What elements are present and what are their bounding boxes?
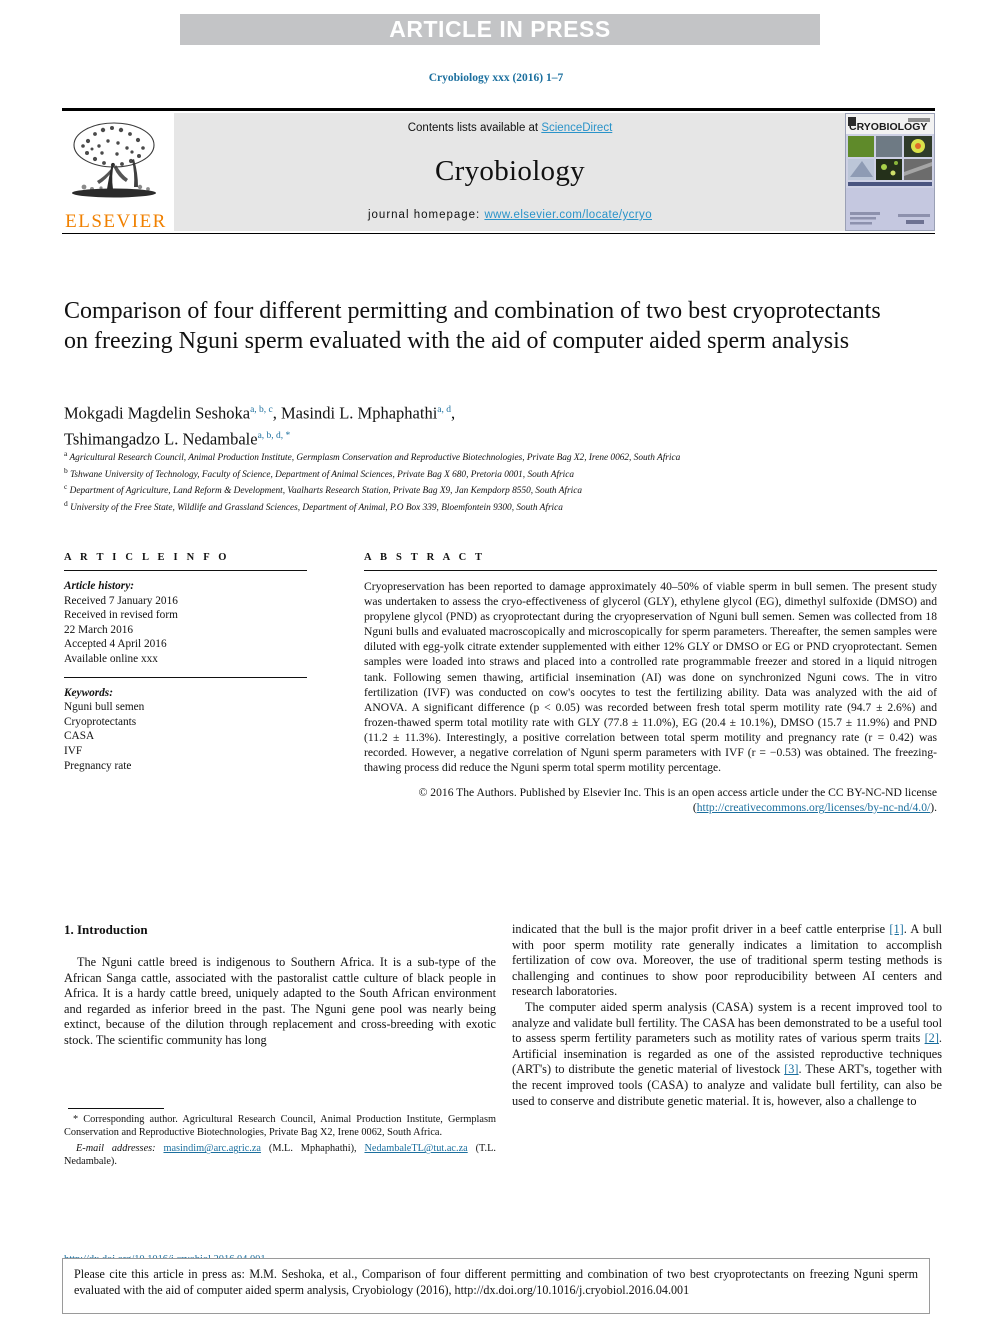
article-history-line: 22 March 2016 (64, 623, 134, 636)
affiliation-item: a Agricultural Research Council, Animal … (64, 448, 894, 465)
paragraph: The Nguni cattle breed is indigenous to … (64, 955, 496, 1047)
elsevier-wordmark: ELSEVIER (65, 211, 167, 232)
affiliation-mark: d (64, 499, 68, 509)
article-info-heading: A R T I C L E I N F O (64, 552, 230, 563)
affiliation-mark: c (64, 482, 68, 492)
contents-panel: Contents lists available at ScienceDirec… (174, 113, 846, 231)
masthead-top-rule (62, 108, 935, 111)
article-history-line: Accepted 4 April 2016 (64, 638, 167, 651)
email-link-2[interactable]: NedambaleTL@tut.ac.za (364, 1143, 467, 1154)
elsevier-tree-icon (68, 119, 164, 211)
elsevier-logo: ELSEVIER (62, 113, 170, 231)
abstract-panel: A B S T R A C T Cryopreservation has bee… (364, 552, 937, 815)
keywords-block: Keywords: Nguni bull semen Cryoprotectan… (64, 686, 307, 774)
article-in-press-label: ARTICLE IN PRESS (389, 16, 611, 42)
journal-title: Cryobiology (435, 155, 585, 187)
footnote-rule (68, 1108, 164, 1109)
email-owner-1: (M.L. Mphaphathi), (261, 1143, 365, 1155)
cite-text: Please cite this article in press as: M.… (74, 1267, 918, 1297)
page-title: Comparison of four different permitting … (64, 298, 881, 354)
paragraph: * Corresponding author. Agricultural Res… (64, 1113, 496, 1139)
author-affil-marks-3: a, b, d, * (257, 430, 291, 441)
corresponding-author-footnote: * Corresponding author. Agricultural Res… (64, 1113, 496, 1168)
journal-cover-thumbnail: CRYOBIOLOGY (845, 113, 935, 231)
paragraph: E-mail addresses: masindim@arc.agric.za … (64, 1142, 496, 1168)
cc-license-link[interactable]: http://creativecommons.org/licenses/by-n… (697, 801, 931, 814)
intro-paragraphs-right: indicated that the bull is the major pro… (512, 922, 942, 1109)
affiliation-list: a Agricultural Research Council, Animal … (64, 448, 894, 515)
article-info-divider (64, 570, 307, 571)
abstract-copyright: © 2016 The Authors. Published by Elsevie… (364, 785, 937, 815)
footnote-text: Corresponding author. Agricultural Resea… (64, 1114, 496, 1139)
affiliation-text: Department of Agriculture, Land Reform &… (69, 486, 582, 497)
keyword-item: Nguni bull semen (64, 701, 145, 714)
affiliation-mark: b (64, 465, 68, 475)
body-column-left: 1. Introduction The Nguni cattle breed i… (64, 922, 496, 1049)
affiliation-item: c Department of Agriculture, Land Reform… (64, 481, 894, 498)
affiliation-mark: a (64, 449, 68, 458)
homepage-label: journal homepage: (367, 209, 485, 221)
section-heading-introduction: 1. Introduction (64, 922, 148, 937)
email-link-1[interactable]: masindim@arc.agric.za (163, 1143, 261, 1154)
author-list: Mokgadi Magdelin Seshokaa, b, c, Masindi… (64, 399, 894, 450)
article-in-press-banner: ARTICLE IN PRESS (180, 14, 820, 45)
author-affil-marks-1: a, b, c (250, 405, 273, 415)
contents-available-line: Contents lists available at ScienceDirec… (408, 122, 613, 134)
copyright-suffix: ). (930, 801, 937, 815)
keyword-item: CASA (64, 730, 95, 743)
article-history-line: Received in revised form (64, 609, 178, 622)
paragraph: indicated that the bull is the major pro… (512, 922, 942, 1000)
affiliation-text: Agricultural Research Council, Animal Pr… (69, 453, 681, 464)
author-line-comma: , (451, 403, 456, 423)
journal-article-page: ARTICLE IN PRESS Cryobiology xxx (2016) … (0, 0, 992, 1323)
article-history-label: Article history: (64, 580, 134, 592)
journal-reference-line: Cryobiology xxx (2016) 1–7 (428, 72, 564, 84)
paragraph-part: indicated that the bull is the major pro… (512, 922, 890, 936)
keyword-item: Cryoprotectants (64, 715, 137, 728)
article-history-line: Received 7 January 2016 (64, 594, 178, 607)
keywords-label: Keywords: (64, 686, 113, 699)
keyword-item: Pregnancy rate (64, 759, 132, 772)
paragraph-part: The computer aided sperm analysis (CASA)… (512, 999, 942, 1046)
affiliation-text: Tshwane University of Technology, Facult… (70, 469, 575, 480)
article-history-line: Available online xxx (64, 652, 158, 665)
abstract-text: Cryopreservation has been reported to da… (364, 580, 937, 775)
author-name-3: Tshimangadzo L. Nedambale (64, 429, 258, 448)
article-info-panel: A R T I C L E I N F O Article history: R… (64, 552, 307, 773)
masthead-bottom-rule (62, 233, 935, 234)
contents-prefix: Contents lists available at (407, 122, 542, 134)
author-affil-marks-2: a, d (437, 405, 451, 415)
keyword-item: IVF (64, 744, 83, 757)
affiliation-item: d University of the Free State, Wildlife… (64, 498, 894, 515)
article-history: Article history: Received 7 January 2016… (64, 579, 307, 667)
abstract-heading: A B S T R A C T (364, 552, 486, 563)
author-name-1: Mokgadi Magdelin Seshoka (64, 403, 251, 423)
journal-homepage-line: journal homepage: www.elsevier.com/locat… (368, 209, 652, 221)
affiliation-text: University of the Free State, Wildlife a… (70, 503, 563, 514)
reference-link-2[interactable]: [2] (925, 1031, 939, 1045)
keywords-divider (64, 676, 307, 678)
intro-paragraph-left: The Nguni cattle breed is indigenous to … (64, 955, 496, 1049)
affiliation-item: b Tshwane University of Technology, Facu… (64, 465, 894, 482)
paragraph: The computer aided sperm analysis (CASA)… (512, 1000, 942, 1109)
abstract-divider (364, 570, 937, 571)
reference-link-1[interactable]: [1] (889, 922, 903, 936)
journal-homepage-link[interactable]: www.elsevier.com/locate/ycryo (484, 209, 652, 221)
sciencedirect-link[interactable]: ScienceDirect (541, 122, 612, 134)
svg-text:CRYOBIOLOGY: CRYOBIOLOGY (849, 121, 927, 133)
email-addresses-label: E-mail addresses: (76, 1143, 156, 1155)
masthead: ELSEVIER Contents lists available at Sci… (62, 113, 935, 231)
author-name-2: , Masindi L. Mphaphathi (272, 403, 438, 423)
reference-link-3[interactable]: [3] (784, 1062, 798, 1076)
body-column-right: indicated that the bull is the major pro… (512, 922, 942, 1109)
cite-this-article-box: Please cite this article in press as: M.… (62, 1258, 930, 1314)
